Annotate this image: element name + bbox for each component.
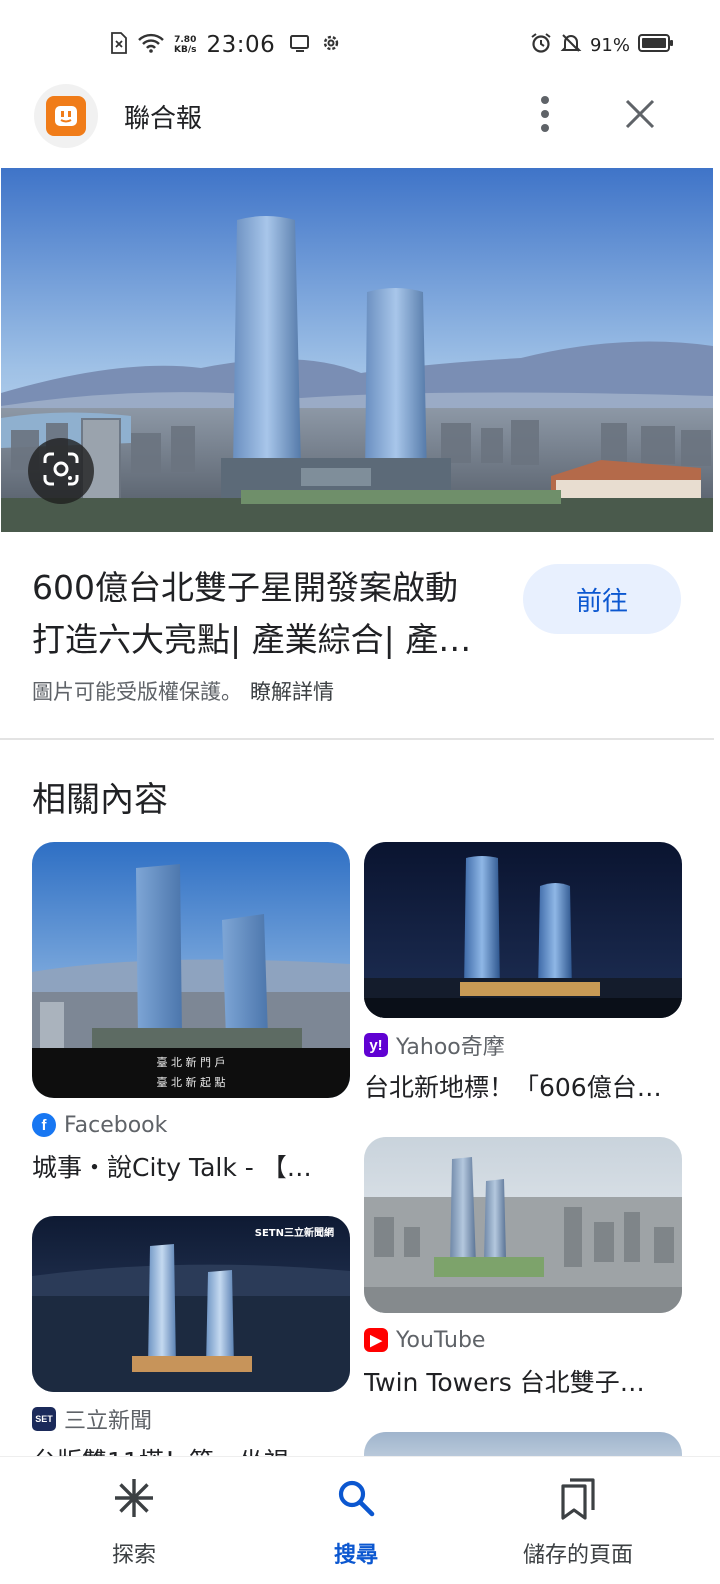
visit-button[interactable]: 前往 [523, 564, 681, 634]
related-card-yahoo[interactable]: y! Yahoo奇摩 台北新地標！「606億台北雙子星」 [364, 842, 682, 1104]
search-icon [256, 1475, 456, 1521]
card-title: 台北新地標！「606億台北雙子星」 [364, 1073, 664, 1102]
result-title-line1: 600億台北雙子星開發案啟動 [32, 568, 458, 607]
card-image: 臺 北 新 門 戶 臺 北 新 起 點 [32, 842, 350, 1098]
nav-discover[interactable]: 探索 [34, 1475, 234, 1569]
copyright-text: 圖片可能受版權保護。 [32, 680, 242, 704]
youtube-icon: ▶ [364, 1328, 388, 1352]
nav-saved-label: 儲存的頁面 [522, 1543, 633, 1568]
card-image [364, 1137, 682, 1313]
hero-image[interactable] [1, 168, 713, 532]
udn-logo-icon [46, 96, 86, 136]
card-image: SETN三立新聞網 [32, 1216, 350, 1392]
result-title[interactable]: 600億台北雙子星開發案啟動 打造六大亮點| 產業綜合| 產業綜合 [32, 562, 494, 666]
status-right: 91% [530, 30, 674, 60]
card-source: f Facebook [32, 1108, 350, 1142]
status-time: 23:06 [206, 32, 276, 58]
card-source-name: Facebook [64, 1112, 168, 1138]
twin-towers-rendering [1, 168, 713, 532]
result-title-line2: 打造六大亮點| 產業綜合| 產業綜合 [32, 620, 494, 659]
screen-cast-icon [289, 34, 311, 56]
card-source-name: Yahoo奇摩 [396, 1035, 505, 1060]
setn-icon: SET [32, 1407, 56, 1431]
net-speed-value: 7.80 [174, 35, 197, 45]
card-caption-line2: 臺 北 新 起 點 [157, 1075, 226, 1089]
nav-discover-label: 探索 [111, 1543, 156, 1568]
card-caption-line1: 臺 北 新 門 戶 [157, 1055, 226, 1069]
card-source: y! Yahoo奇摩 [364, 1028, 682, 1062]
bottom-navigation: 探索 搜尋 儲存的頁面 [0, 1456, 720, 1584]
status-bar: 7.80 KB/s 23:06 91% [0, 0, 720, 88]
google-lens-icon [42, 451, 80, 491]
yahoo-icon: y! [364, 1033, 388, 1057]
card-source-name: 三立新聞 [64, 1409, 153, 1434]
more-vert-icon [540, 95, 550, 137]
setn-watermark: SETN三立新聞網 [255, 1226, 334, 1239]
card-source: SET 三立新聞 [32, 1402, 350, 1436]
source-avatar[interactable] [34, 84, 98, 148]
net-speed-unit: KB/s [174, 45, 197, 55]
settings-icon [321, 33, 341, 57]
more-options-button[interactable] [520, 86, 570, 146]
card-title: 城事・說City Talk - 【城事・說】 [32, 1153, 332, 1182]
source-name[interactable]: 聯合報 [124, 98, 202, 135]
wifi-icon [138, 33, 164, 57]
nav-search-label: 搜尋 [333, 1543, 378, 1568]
card-source-name: YouTube [396, 1327, 486, 1353]
copyright-notice: 圖片可能受版權保護。 瞭解詳情 [32, 676, 334, 706]
nav-search[interactable]: 搜尋 [256, 1475, 456, 1569]
battery-icon [638, 33, 674, 57]
facebook-icon: f [32, 1113, 56, 1137]
card-image [364, 842, 682, 1018]
no-sim-icon [110, 32, 128, 58]
related-card-setn[interactable]: SETN三立新聞網 SET 三立新聞 台版雙11塔！第一坐視 [32, 1216, 350, 1478]
lens-search-button[interactable] [28, 438, 94, 504]
section-divider [0, 738, 714, 740]
status-left: 7.80 KB/s 23:06 [110, 30, 341, 60]
nav-saved[interactable]: 儲存的頁面 [478, 1475, 678, 1569]
network-speed: 7.80 KB/s [174, 35, 196, 55]
close-icon [624, 98, 656, 134]
card-title: Twin Towers 台北雙子星大樓 [364, 1368, 664, 1397]
related-card-facebook[interactable]: 臺 北 新 門 戶 臺 北 新 起 點 f Facebook 城事・說City … [32, 842, 350, 1184]
bookmarks-icon [478, 1475, 678, 1521]
battery-percent: 91% [589, 34, 630, 56]
bell-off-icon [560, 32, 582, 58]
related-heading: 相關內容 [32, 780, 168, 820]
asterisk-icon [34, 1475, 234, 1521]
learn-more-link[interactable]: 瞭解詳情 [250, 680, 334, 704]
app-bar: 聯合報 [0, 80, 720, 152]
related-card-youtube[interactable]: ▶ YouTube Twin Towers 台北雙子星大樓 [364, 1137, 682, 1399]
card-source: ▶ YouTube [364, 1323, 682, 1357]
close-button[interactable] [614, 90, 666, 142]
alarm-icon [530, 32, 552, 58]
